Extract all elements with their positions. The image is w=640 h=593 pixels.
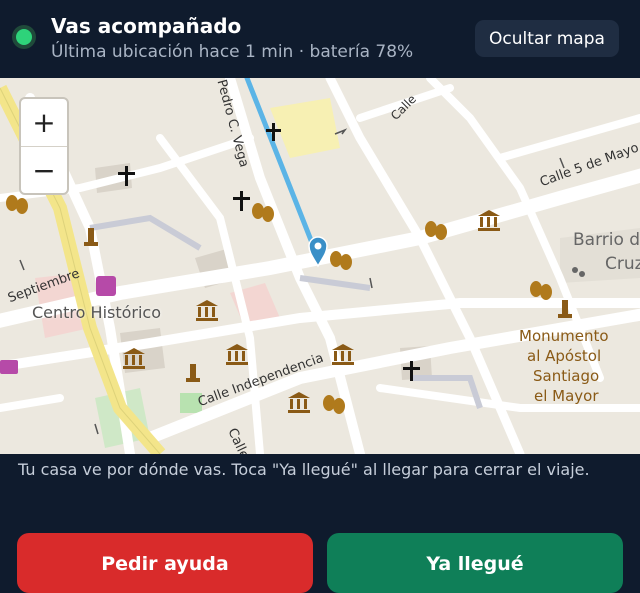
- map-label-monumento-1: Monumento: [519, 327, 609, 345]
- info-text: Tu casa ve por dónde vas. Toca "Ya llegu…: [18, 460, 590, 479]
- zoom-in-button[interactable]: +: [21, 99, 67, 147]
- tracking-subtitle: Última ubicación hace 1 min · batería 78…: [51, 42, 414, 62]
- zoom-control: + −: [19, 97, 69, 195]
- map-label-monumento-2: al Apóstol: [527, 347, 602, 365]
- map-label-barrio: Barrio d: [573, 230, 640, 250]
- map-label-monumento-4: el Mayor: [534, 387, 599, 405]
- tracking-header: Vas acompañado Última ubicación hace 1 m…: [0, 0, 640, 78]
- help-button[interactable]: Pedir ayuda: [17, 533, 313, 593]
- map-label-monumento-3: Santiago: [533, 367, 600, 385]
- hide-map-button[interactable]: Ocultar mapa: [475, 20, 619, 57]
- cart-icon: [0, 360, 18, 374]
- map-label-cruz: Cruz: [605, 254, 640, 274]
- tracking-title: Vas acompañado: [51, 14, 242, 38]
- map-label-centro-historico: Centro Histórico: [32, 303, 162, 322]
- status-dot-icon: [16, 29, 32, 45]
- map-view[interactable]: Centro Histórico Barrio d Cruz Monumento…: [0, 78, 640, 454]
- arrived-button[interactable]: Ya llegué: [327, 533, 623, 593]
- zoom-out-button[interactable]: −: [21, 147, 67, 194]
- shop-icon: [96, 276, 116, 296]
